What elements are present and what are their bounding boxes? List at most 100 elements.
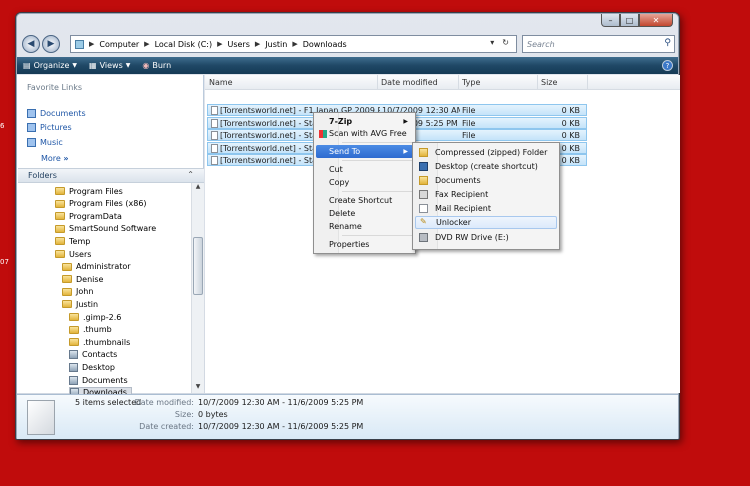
menu-item-label: Create Shortcut (329, 196, 393, 205)
column-header-type[interactable]: Type (462, 78, 480, 87)
tree-item[interactable]: Program Files (55, 185, 123, 197)
minimize-button[interactable]: – (601, 14, 620, 27)
tree-item[interactable]: Program Files (x86) (55, 198, 147, 210)
menu-item-properties[interactable]: Properties (316, 238, 413, 251)
file-icon (211, 156, 218, 165)
folders-header[interactable]: Folders ⌃ (18, 168, 204, 183)
views-button[interactable]: ▦ Views ▼ (89, 61, 130, 70)
menu-item-label: Rename (329, 222, 362, 231)
tree-item[interactable]: .thumbnails (69, 336, 130, 348)
scrollbar-thumb[interactable] (193, 237, 203, 295)
tree-item[interactable]: ProgramData (55, 210, 122, 222)
folders-heading: Folders (28, 171, 57, 180)
date-modified-label: Date modified: (134, 398, 194, 407)
navigation-bar: ◀ ▶ ▶ Computer ▶ Local Disk (C:) ▶ Users… (22, 35, 675, 53)
favorite-link-music[interactable]: Music (27, 138, 63, 147)
tree-item[interactable]: Temp (55, 235, 90, 247)
forward-button[interactable]: ▶ (42, 35, 60, 53)
close-button[interactable]: ✕ (639, 14, 673, 27)
address-dropdown-icon[interactable]: ▾ (490, 38, 494, 47)
tree-item[interactable]: SmartSound Software (55, 223, 156, 235)
help-icon[interactable]: ? (662, 60, 673, 71)
chevron-up-icon: ⌃ (187, 170, 194, 179)
breadcrumb-computer[interactable]: Computer (99, 40, 139, 49)
send-to-compressed-folder[interactable]: Compressed (zipped) Folder (415, 146, 557, 159)
breadcrumb-downloads[interactable]: Downloads (303, 40, 347, 49)
tree-item[interactable]: Desktop (69, 361, 115, 373)
send-to-fax[interactable]: Fax Recipient (415, 188, 557, 201)
menu-item-send-to[interactable]: Send To ▶ (316, 145, 413, 158)
tree-item[interactable]: Administrator (62, 261, 131, 273)
zip-folder-icon (419, 148, 428, 157)
menu-item-label: Scan with AVG Free (329, 129, 407, 138)
submenu-item-label: Compressed (zipped) Folder (435, 148, 548, 157)
tree-item[interactable]: Contacts (69, 349, 117, 361)
views-label: Views (99, 61, 123, 70)
breadcrumb-separator-icon: ▶ (292, 40, 298, 48)
tree-scrollbar[interactable]: ▲ ▼ (191, 183, 204, 393)
burn-button[interactable]: ◉ Burn (142, 61, 171, 70)
tree-item-label: John (76, 287, 94, 297)
submenu-arrow-icon: ▶ (403, 118, 408, 125)
tree-item-label: .gimp-2.6 (83, 312, 122, 322)
tree-item-label: Documents (82, 375, 128, 385)
tree-item-label: Administrator (76, 262, 131, 272)
tree-item-label: .thumb (83, 325, 112, 335)
tree-item[interactable]: Documents (69, 374, 128, 386)
organize-label: Organize (33, 61, 70, 70)
send-to-mail[interactable]: Mail Recipient (415, 202, 557, 215)
file-size-cell: 0 KB (561, 106, 580, 115)
favorite-link-pictures[interactable]: Pictures (27, 123, 72, 132)
scroll-down-icon[interactable]: ▼ (192, 383, 204, 393)
file-type-cell: File (462, 106, 476, 115)
breadcrumb-justin[interactable]: Justin (265, 40, 287, 49)
organize-button[interactable]: ▤ Organize ▼ (23, 61, 77, 70)
menu-item-label: 7-Zip (329, 117, 353, 126)
scroll-up-icon[interactable]: ▲ (192, 183, 204, 193)
menu-item-cut[interactable]: Cut (316, 163, 413, 176)
tree-item[interactable]: John (62, 286, 93, 298)
tree-item[interactable]: .gimp-2.6 (69, 311, 121, 323)
caption-buttons: – □ ✕ (601, 14, 673, 27)
favorite-link-documents[interactable]: Documents (27, 109, 86, 118)
tree-item[interactable]: .thumb (69, 324, 112, 336)
menu-item-avg-scan[interactable]: Scan with AVG Free (316, 127, 413, 140)
views-icon: ▦ (89, 61, 97, 70)
menu-item-rename[interactable]: Rename (316, 220, 413, 233)
send-to-documents[interactable]: Documents (415, 174, 557, 187)
send-to-desktop[interactable]: Desktop (create shortcut) (415, 160, 557, 173)
unlocker-icon: ✎ (420, 217, 427, 226)
column-header-date[interactable]: Date modified (381, 78, 438, 87)
burn-icon: ◉ (142, 61, 150, 70)
submenu-arrow-icon: ▶ (403, 148, 408, 155)
column-header-name[interactable]: Name (209, 78, 233, 87)
more-links-button[interactable]: More » (41, 154, 69, 163)
column-header-size[interactable]: Size (541, 78, 557, 87)
tree-item[interactable]: Justin (62, 298, 98, 310)
chevron-down-icon: ▼ (125, 62, 131, 69)
tree-item-label: Temp (69, 236, 91, 246)
tree-item-label: Program Files (69, 186, 123, 196)
date-created-value: 10/7/2009 12:30 AM - 11/6/2009 5:25 PM (198, 422, 364, 431)
favorite-link-label: Pictures (40, 123, 72, 132)
search-icon[interactable]: ⚲ (664, 38, 671, 48)
refresh-icon[interactable]: ↻ (502, 38, 509, 47)
date-modified-value: 10/7/2009 12:30 AM - 11/6/2009 5:25 PM (198, 398, 364, 407)
send-to-unlocker[interactable]: ✎ Unlocker (415, 216, 557, 229)
menu-item-create-shortcut[interactable]: Create Shortcut (316, 194, 413, 207)
back-button[interactable]: ◀ (22, 35, 40, 53)
submenu-item-label: Unlocker (436, 218, 471, 227)
burn-label: Burn (152, 61, 172, 70)
breadcrumb-users[interactable]: Users (227, 40, 249, 49)
send-to-dvd-drive[interactable]: DVD RW Drive (E:) (415, 231, 557, 244)
breadcrumb-separator-icon: ▶ (144, 40, 150, 48)
maximize-button[interactable]: □ (620, 14, 639, 27)
address-bar[interactable]: ▶ Computer ▶ Local Disk (C:) ▶ Users ▶ J… (70, 35, 517, 53)
tree-item[interactable]: Users (55, 248, 91, 260)
menu-item-copy[interactable]: Copy (316, 176, 413, 189)
tree-item-label: Program Files (x86) (69, 199, 147, 209)
search-input[interactable]: Search ⚲ (522, 35, 675, 53)
menu-item-delete[interactable]: Delete (316, 207, 413, 220)
breadcrumb-local-disk[interactable]: Local Disk (C:) (155, 40, 213, 49)
tree-item[interactable]: Denise (62, 273, 103, 285)
